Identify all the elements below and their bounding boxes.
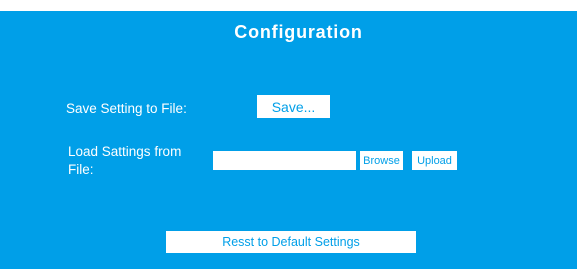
upload-button[interactable]: Upload	[412, 151, 457, 170]
save-button[interactable]: Save...	[257, 95, 330, 118]
reset-default-button[interactable]: Resst to Default Settings	[166, 231, 416, 253]
page-title: Configuration	[234, 22, 363, 42]
file-path-input[interactable]	[213, 151, 356, 170]
load-settings-label-line1: Load Sattings from	[68, 144, 182, 159]
configuration-panel: Configuration Save Setting to File: Save…	[0, 11, 577, 269]
save-setting-label: Save Setting to File:	[66, 101, 187, 116]
load-settings-label-line2: File:	[68, 162, 94, 177]
browse-button[interactable]: Browse	[360, 151, 403, 170]
